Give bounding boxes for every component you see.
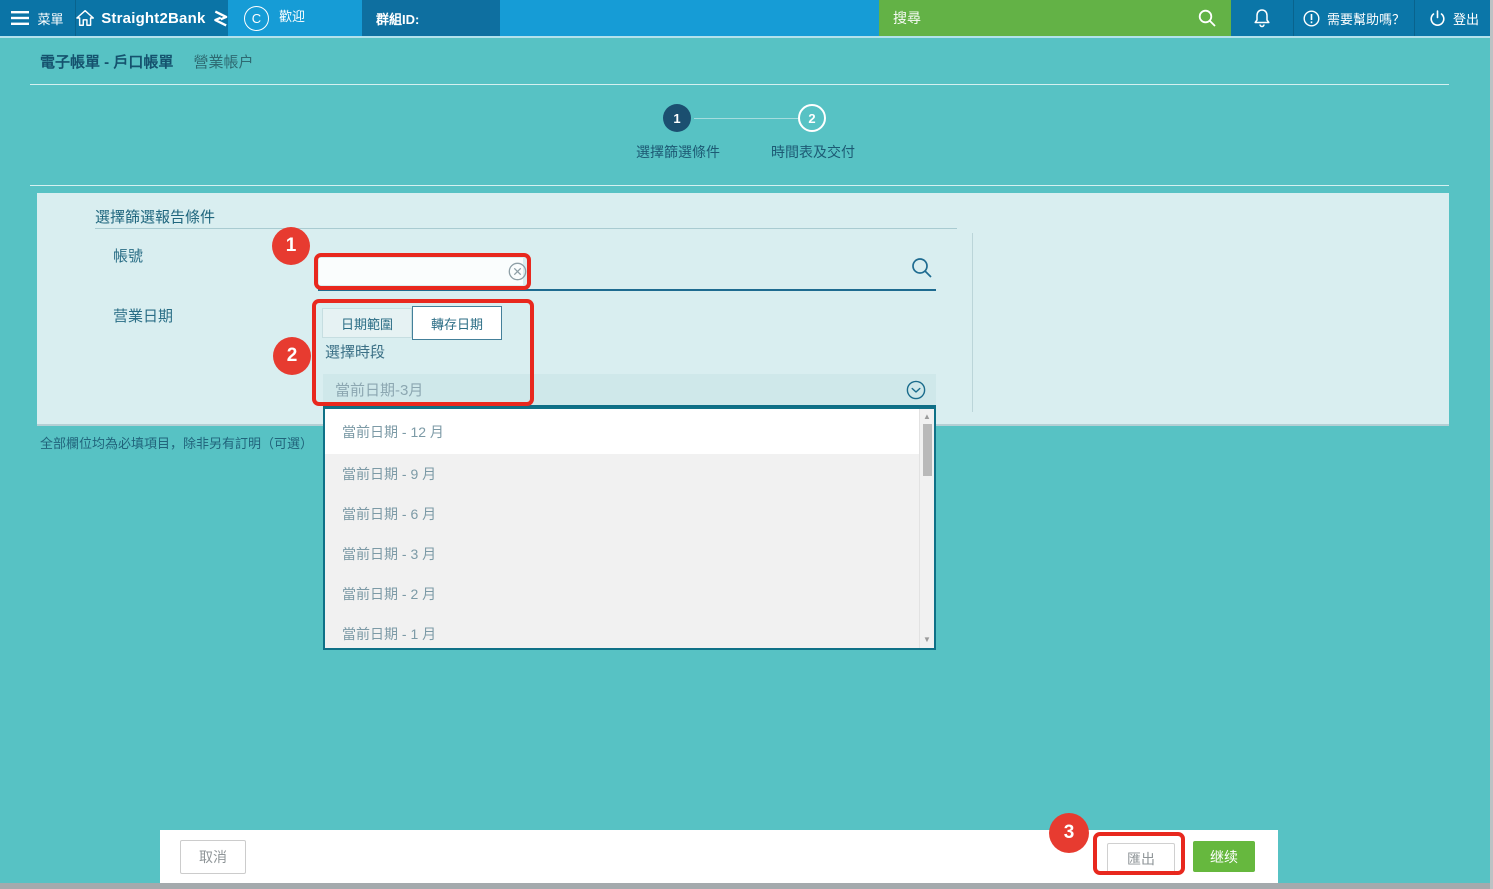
top-bar: 菜單 Straight2Bank C 歡迎 群組ID: 搜尋 — [0, 0, 1493, 38]
period-select-label: 選擇時段 — [325, 341, 385, 362]
search-placeholder: 搜尋 — [893, 8, 921, 28]
help-button[interactable]: 需要幫助嗎？ — [1294, 0, 1414, 36]
scroll-down-icon[interactable]: ▼ — [920, 635, 934, 644]
required-fields-note: 全部欄位均為必填項目，除非另有訂明（可選） — [40, 433, 313, 452]
account-number-input[interactable] — [319, 258, 508, 285]
user-welcome[interactable]: C 歡迎 — [228, 0, 362, 36]
search-input[interactable]: 搜尋 — [879, 0, 1231, 36]
account-lookup-search-icon[interactable] — [909, 255, 935, 286]
dropdown-option[interactable]: 當前日期 - 9 月 — [325, 454, 934, 494]
power-icon — [1429, 10, 1446, 27]
info-icon — [1303, 10, 1320, 27]
logout-button[interactable]: 登出 — [1415, 0, 1493, 36]
dropdown-option[interactable]: 當前日期 - 3 月 — [325, 534, 934, 574]
clear-input-icon[interactable] — [508, 262, 527, 281]
menu-label: 菜單 — [37, 9, 63, 28]
account-field-underline — [318, 289, 936, 291]
topbar-spacer — [500, 0, 879, 36]
standard-chartered-logo-icon — [213, 9, 228, 28]
breadcrumb-primary: 電子帳單 - 戶口帳單 — [40, 54, 173, 71]
cancel-button[interactable]: 取消 — [180, 840, 246, 874]
scrollbar-thumb[interactable] — [923, 424, 932, 476]
account-number-field[interactable] — [319, 258, 523, 285]
chevron-down-icon[interactable] — [906, 380, 926, 400]
app-name: Straight2Bank — [101, 10, 205, 27]
dropdown-scrollbar[interactable]: ▲ ▼ — [919, 409, 934, 648]
menu-button[interactable]: 菜單 — [0, 0, 75, 36]
export-button[interactable]: 匯出 — [1107, 843, 1175, 874]
dropdown-option[interactable]: 當前日期 - 6 月 — [325, 494, 934, 534]
step-2-circle[interactable]: 2 — [798, 104, 826, 132]
window-bottom-edge — [0, 883, 1493, 889]
period-select-value: 當前日期-3月 — [323, 379, 423, 400]
step-1-label: 選擇篩選條件 — [618, 142, 738, 162]
bell-icon — [1253, 8, 1271, 28]
divider-line — [30, 185, 1449, 186]
step-1-circle[interactable]: 1 — [663, 104, 691, 132]
dropdown-option[interactable]: 當前日期 - 2 月 — [325, 574, 934, 614]
home-logo-link[interactable]: Straight2Bank — [76, 0, 228, 36]
panel-vertical-divider — [972, 233, 973, 412]
scroll-up-icon[interactable]: ▲ — [920, 412, 934, 421]
stepper-connector — [694, 118, 798, 119]
heading-underline — [95, 228, 957, 229]
period-select[interactable]: 當前日期-3月 — [323, 374, 936, 407]
dropdown-option[interactable]: 當前日期 - 1 月 — [325, 614, 934, 650]
help-label: 需要幫助嗎？ — [1327, 9, 1405, 28]
continue-button[interactable]: 继续 — [1193, 841, 1255, 872]
breadcrumb: 電子帳單 - 戶口帳單 營業帳户 — [40, 51, 254, 72]
welcome-label: 歡迎 — [279, 6, 305, 25]
avatar: C — [244, 6, 269, 31]
home-icon — [76, 9, 94, 27]
business-date-label: 营業日期 — [113, 305, 173, 326]
group-id-label: 群組ID: — [362, 0, 500, 36]
breadcrumb-secondary: 營業帳户 — [194, 54, 254, 71]
period-dropdown-list: 當前日期 - 12 月 當前日期 - 9 月 當前日期 - 6 月 當前日期 -… — [323, 407, 936, 650]
dropdown-option[interactable]: 當前日期 - 12 月 — [325, 409, 934, 454]
step-2-label: 時間表及交付 — [753, 142, 873, 162]
panel-heading: 選擇篩選報告條件 — [95, 206, 215, 227]
notifications-button[interactable] — [1231, 0, 1293, 36]
divider-line — [30, 84, 1449, 85]
account-number-label: 帳號 — [113, 245, 143, 266]
tab-date-range[interactable]: 日期範圍 — [322, 308, 412, 338]
footer-action-bar: 取消 匯出 继续 — [160, 830, 1278, 883]
topbar-light-section: C 歡迎 群組ID: — [228, 0, 879, 36]
search-icon[interactable] — [1197, 8, 1217, 28]
tab-transfer-date[interactable]: 轉存日期 — [412, 306, 502, 340]
filter-criteria-panel: 選擇篩選報告條件 帳號 营業日期 日期範圍 轉存日期 選擇時段 當前日期-3月 — [37, 193, 1449, 426]
logout-label: 登出 — [1453, 9, 1479, 28]
hamburger-icon — [11, 11, 29, 25]
